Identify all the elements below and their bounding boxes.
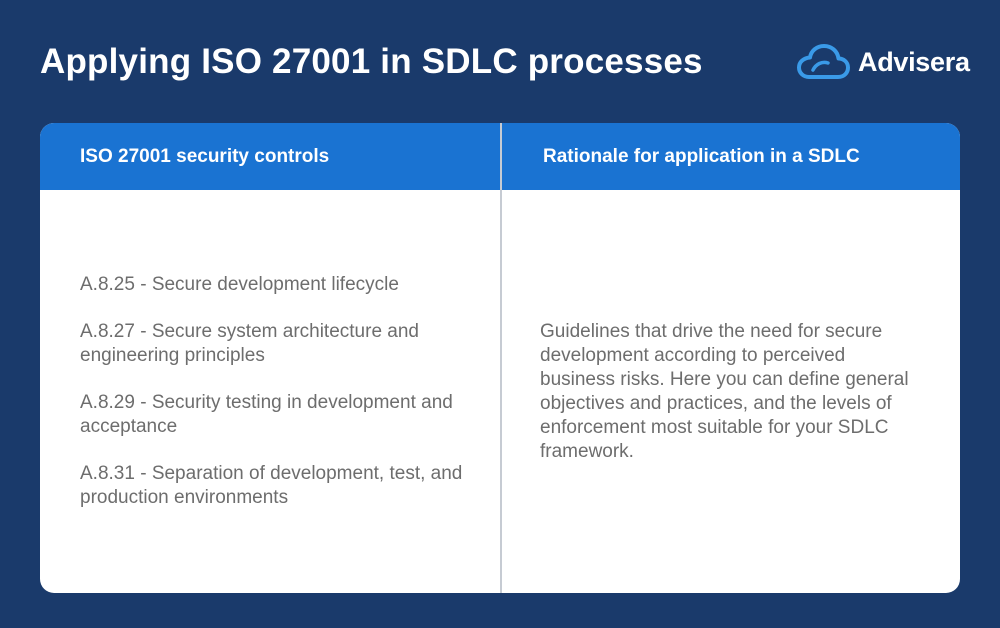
header-rationale: Rationale for application in a SDLC — [543, 145, 860, 167]
control-item: A.8.27 - Secure system architecture and … — [80, 321, 419, 366]
controls-table: ISO 27001 security controls Rationale fo… — [40, 123, 960, 593]
cloud-logo-icon — [797, 44, 850, 79]
header-security-controls: ISO 27001 security controls — [80, 145, 330, 167]
control-item: A.8.31 - Separation of development, test… — [80, 463, 463, 508]
column-divider — [500, 123, 502, 593]
controls-column: A.8.25 - Secure development lifecycle A.… — [80, 190, 475, 593]
control-item: A.8.29 - Security testing in development… — [80, 392, 453, 437]
control-item: A.8.25 - Secure development lifecycle — [80, 274, 399, 295]
advisera-logo: Advisera — [796, 40, 970, 84]
page-title: Applying ISO 27001 in SDLC processes — [40, 42, 703, 81]
rationale-text: Guidelines that drive the need for secur… — [540, 320, 909, 462]
rationale-column: Guidelines that drive the need for secur… — [540, 190, 925, 593]
logo-text: Advisera — [858, 46, 970, 77]
